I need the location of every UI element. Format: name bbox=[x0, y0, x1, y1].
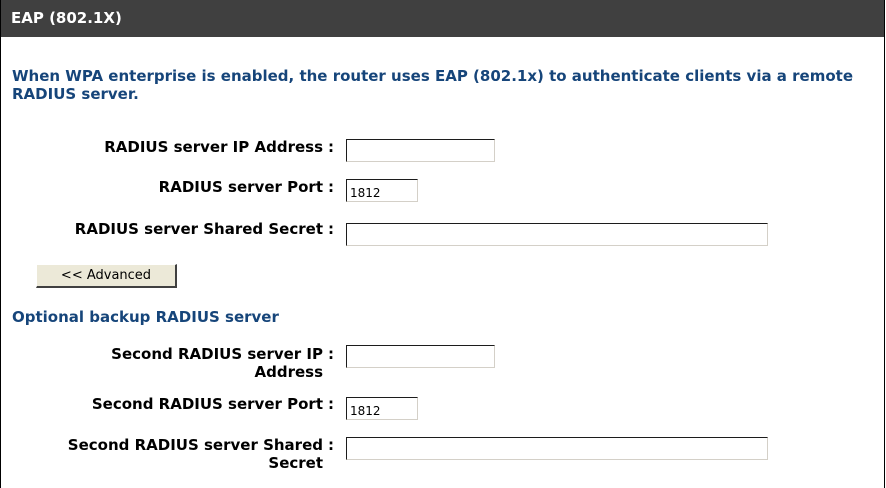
backup-heading: Optional backup RADIUS server bbox=[12, 308, 279, 326]
radius-secret-label: RADIUS server Shared Secret bbox=[74, 220, 323, 238]
radius-secret-input[interactable] bbox=[346, 223, 768, 246]
section-header: EAP (802.1X) bbox=[1, 0, 884, 37]
eap-panel: EAP (802.1X) When WPA enterprise is enab… bbox=[0, 0, 885, 488]
radius-ip-label: RADIUS server IP Address bbox=[104, 138, 323, 156]
second-radius-ip-label: Second RADIUS server IP Address bbox=[111, 345, 323, 381]
second-radius-secret-colon: : bbox=[328, 436, 334, 454]
second-radius-secret-input[interactable] bbox=[346, 437, 768, 460]
second-radius-secret-label: Second RADIUS server Shared Secret bbox=[67, 436, 323, 472]
section-title: EAP (802.1X) bbox=[11, 9, 122, 27]
radius-port-label: RADIUS server Port bbox=[158, 178, 323, 196]
radius-ip-input[interactable] bbox=[346, 139, 495, 162]
radius-port-input[interactable] bbox=[346, 179, 418, 202]
radius-port-colon: : bbox=[328, 178, 334, 196]
second-radius-ip-colon: : bbox=[328, 345, 334, 363]
second-radius-port-colon: : bbox=[328, 395, 334, 413]
second-radius-port-input[interactable] bbox=[346, 397, 418, 420]
advanced-button[interactable]: << Advanced bbox=[36, 264, 177, 288]
radius-ip-colon: : bbox=[328, 138, 334, 156]
intro-text: When WPA enterprise is enabled, the rout… bbox=[12, 67, 854, 103]
second-radius-ip-input[interactable] bbox=[346, 345, 495, 368]
radius-secret-colon: : bbox=[328, 220, 334, 238]
second-radius-port-label: Second RADIUS server Port bbox=[91, 395, 323, 413]
